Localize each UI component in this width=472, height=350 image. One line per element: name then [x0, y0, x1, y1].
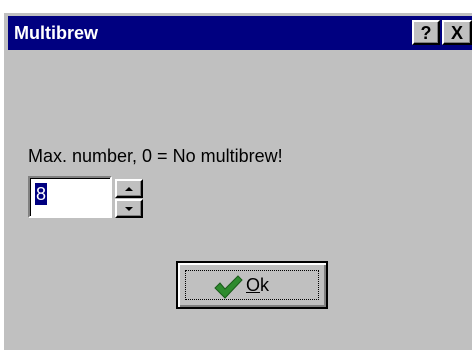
arrow-up-icon — [125, 186, 133, 191]
ok-button-label: Ok — [246, 273, 269, 297]
checkmark-icon — [214, 275, 243, 299]
spin-up-button[interactable] — [115, 179, 143, 198]
help-icon: ? — [420, 22, 432, 43]
prompt-label: Max. number, 0 = No multibrew! — [28, 146, 283, 166]
multibrew-count-input[interactable]: 8 — [28, 176, 112, 218]
multibrew-count-value: 8 — [35, 183, 48, 205]
dialog-window: Multibrew ? X Max. number, 0 = No multib… — [4, 13, 472, 350]
title-bar[interactable]: Multibrew ? X — [8, 16, 472, 50]
window-title: Multibrew — [14, 23, 98, 43]
close-icon: X — [450, 22, 463, 43]
close-button[interactable]: X — [442, 20, 472, 45]
spin-down-button[interactable] — [115, 199, 143, 218]
ok-label-rest: k — [260, 275, 270, 295]
ok-mnemonic: O — [246, 275, 261, 295]
arrow-down-icon — [125, 206, 133, 211]
ok-button[interactable]: Ok — [176, 261, 328, 309]
help-button[interactable]: ? — [412, 20, 440, 45]
